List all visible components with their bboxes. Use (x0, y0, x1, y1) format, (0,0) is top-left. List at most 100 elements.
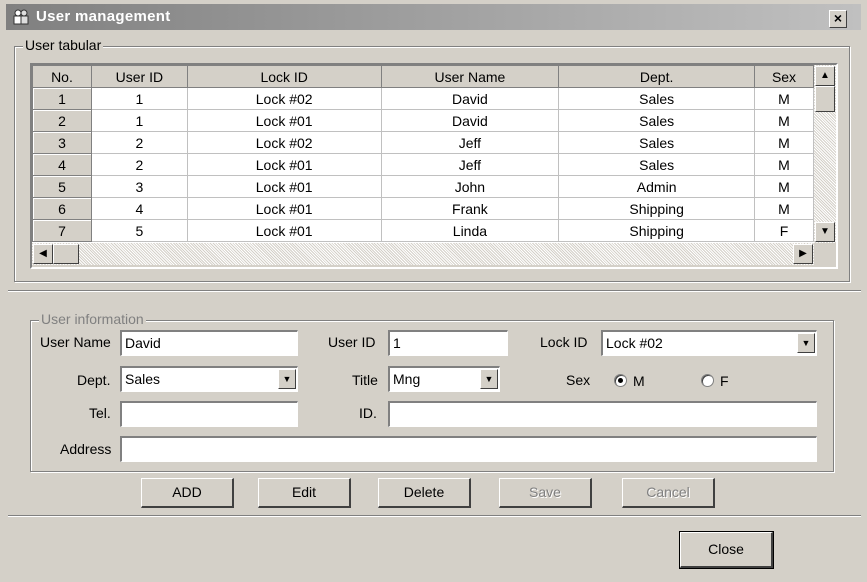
cell-dept[interactable]: Shipping (558, 219, 756, 242)
user-id-field[interactable]: 1 (388, 330, 508, 356)
cell-user-name[interactable]: Jeff (380, 131, 560, 154)
row-number[interactable]: 4 (32, 153, 92, 176)
table-row[interactable]: 2 1 Lock #01 David Sales M (32, 109, 814, 132)
column-header-lock-id[interactable]: Lock ID (186, 65, 382, 88)
title-value: Mng (393, 371, 421, 387)
close-button[interactable]: Close (679, 531, 774, 569)
cell-sex[interactable]: M (754, 109, 814, 132)
row-number[interactable]: 6 (32, 197, 92, 220)
horizontal-scrollbar[interactable]: ◀ ▶ (32, 243, 814, 265)
table-row[interactable]: 4 2 Lock #01 Jeff Sales M (32, 153, 814, 176)
row-number[interactable]: 1 (32, 87, 92, 110)
dept-value: Sales (125, 371, 161, 387)
sex-f-radio[interactable] (701, 374, 714, 387)
title-label: Title (352, 372, 378, 388)
cell-user-name[interactable]: David (380, 87, 560, 110)
scroll-down-arrow-icon[interactable]: ▼ (815, 222, 835, 242)
id-field[interactable] (388, 401, 817, 427)
row-number[interactable]: 7 (32, 219, 92, 242)
scroll-left-arrow-icon[interactable]: ◀ (33, 244, 53, 264)
cell-user-id[interactable]: 3 (90, 175, 188, 198)
cell-sex[interactable]: M (754, 131, 814, 154)
table-row[interactable]: 3 2 Lock #02 Jeff Sales M (32, 131, 814, 154)
chevron-down-icon[interactable]: ▼ (480, 369, 498, 389)
cell-lock-id[interactable]: Lock #01 (186, 153, 382, 176)
scroll-right-arrow-icon[interactable]: ▶ (793, 244, 813, 264)
lock-id-select[interactable]: Lock #02 ▼ (601, 330, 817, 356)
user-table: No. User ID Lock ID User Name Dept. Sex … (30, 63, 838, 269)
table-row[interactable]: 6 4 Lock #01 Frank Shipping M (32, 197, 814, 220)
cell-dept[interactable]: Admin (558, 175, 756, 198)
user-name-field[interactable]: David (120, 330, 298, 356)
cell-dept[interactable]: Shipping (558, 197, 756, 220)
close-window-button[interactable]: × (829, 10, 847, 28)
cell-sex[interactable]: M (754, 197, 814, 220)
cell-lock-id[interactable]: Lock #02 (186, 131, 382, 154)
sex-f-label[interactable]: F (720, 373, 729, 389)
lock-id-value: Lock #02 (606, 335, 663, 351)
address-label: Address (60, 441, 112, 457)
cell-dept[interactable]: Sales (558, 131, 756, 154)
cell-lock-id[interactable]: Lock #01 (186, 175, 382, 198)
cell-dept[interactable]: Sales (558, 109, 756, 132)
cell-user-name[interactable]: Linda (380, 219, 560, 242)
cell-user-id[interactable]: 1 (90, 87, 188, 110)
cell-lock-id[interactable]: Lock #02 (186, 87, 382, 110)
cell-user-id[interactable]: 2 (90, 131, 188, 154)
cell-user-id[interactable]: 4 (90, 197, 188, 220)
cell-sex[interactable]: M (754, 175, 814, 198)
delete-button[interactable]: Delete (378, 478, 471, 508)
cell-lock-id[interactable]: Lock #01 (186, 197, 382, 220)
cell-sex[interactable]: M (754, 87, 814, 110)
cell-dept[interactable]: Sales (558, 153, 756, 176)
address-field[interactable] (120, 436, 817, 462)
table-row[interactable]: 1 1 Lock #02 David Sales M (32, 87, 814, 110)
cell-sex[interactable]: M (754, 153, 814, 176)
chevron-down-icon[interactable]: ▼ (797, 333, 815, 353)
column-header-sex[interactable]: Sex (754, 65, 814, 88)
user-management-window: User management × User tabular No. User … (0, 0, 867, 582)
table-row[interactable]: 7 5 Lock #01 Linda Shipping F (32, 219, 814, 242)
vertical-scroll-thumb[interactable] (815, 86, 835, 112)
row-number[interactable]: 3 (32, 131, 92, 154)
cell-user-id[interactable]: 1 (90, 109, 188, 132)
sex-m-radio[interactable] (614, 374, 627, 387)
vertical-scrollbar[interactable]: ▲ ▼ (814, 65, 836, 243)
cell-dept[interactable]: Sales (558, 87, 756, 110)
row-number[interactable]: 5 (32, 175, 92, 198)
user-info-legend: User information (39, 311, 146, 327)
cell-user-name[interactable]: Frank (380, 197, 560, 220)
dept-select[interactable]: Sales ▼ (120, 366, 298, 392)
cell-user-id[interactable]: 5 (90, 219, 188, 242)
users-icon (13, 9, 29, 25)
window-title: User management (36, 8, 171, 25)
cell-sex[interactable]: F (754, 219, 814, 242)
column-header-user-name[interactable]: User Name (380, 65, 560, 88)
add-button[interactable]: ADD (141, 478, 234, 508)
cell-user-name[interactable]: John (380, 175, 560, 198)
column-header-dept[interactable]: Dept. (558, 65, 756, 88)
cancel-button[interactable]: Cancel (622, 478, 715, 508)
user-table-legend: User tabular (23, 37, 104, 53)
sex-m-label[interactable]: M (633, 373, 645, 389)
cell-lock-id[interactable]: Lock #01 (186, 219, 382, 242)
save-button[interactable]: Save (499, 478, 592, 508)
column-header-user-id[interactable]: User ID (90, 65, 188, 88)
row-number[interactable]: 2 (32, 109, 92, 132)
edit-button[interactable]: Edit (258, 478, 351, 508)
column-header-no[interactable]: No. (32, 65, 92, 88)
cell-user-name[interactable]: Jeff (380, 153, 560, 176)
scrollbar-corner (814, 243, 836, 265)
scroll-up-arrow-icon[interactable]: ▲ (815, 66, 835, 86)
cell-user-name[interactable]: David (380, 109, 560, 132)
title-bar[interactable]: User management (6, 4, 861, 30)
tel-field[interactable] (120, 401, 298, 427)
dept-label: Dept. (77, 372, 111, 388)
cell-user-id[interactable]: 2 (90, 153, 188, 176)
table-row[interactable]: 5 3 Lock #01 John Admin M (32, 175, 814, 198)
horizontal-scroll-thumb[interactable] (53, 244, 79, 264)
title-select[interactable]: Mng ▼ (388, 366, 500, 392)
cell-lock-id[interactable]: Lock #01 (186, 109, 382, 132)
chevron-down-icon[interactable]: ▼ (278, 369, 296, 389)
panel-divider (8, 290, 861, 292)
